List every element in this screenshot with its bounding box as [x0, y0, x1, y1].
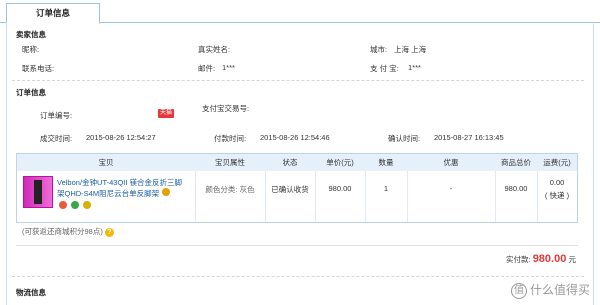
product-thumbnail[interactable]: [23, 176, 53, 208]
item-shipping: 0.00: [549, 178, 565, 187]
phone-label: 联系电话:: [22, 64, 55, 73]
col-item: 宝贝: [98, 158, 114, 167]
alipay-value: 1***: [408, 63, 421, 72]
col-shipping: 运费(元): [543, 158, 571, 167]
alipay-label: 支 付 宝:: [370, 64, 399, 73]
confirmed-label: 确认时间:: [388, 134, 421, 143]
watermark-text: 什么值得买: [529, 283, 590, 297]
payment-amount: 980.00: [532, 253, 567, 265]
divider: [407, 171, 408, 222]
city-value: 上海 上海: [394, 45, 427, 54]
points-hint-text: (可获返还商城积分98点): [22, 227, 103, 236]
tab-order-info[interactable]: 订单信息: [6, 3, 100, 24]
help-icon[interactable]: ?: [104, 227, 114, 237]
item-quantity: 1: [383, 184, 389, 193]
payment-summary: 实付款: 980.00 元: [506, 253, 576, 265]
watermark: 值什么值得买: [510, 281, 590, 299]
service-badge-icon: [162, 188, 170, 196]
item-discount: -: [449, 184, 453, 193]
col-attribute: 宝贝属性: [215, 158, 245, 167]
col-quantity: 数量: [378, 158, 394, 167]
divider: [195, 171, 196, 222]
divider: [265, 171, 266, 222]
payment-unit: 元: [568, 255, 576, 264]
points-hint: (可获返还商城积分98点) ?: [22, 226, 114, 237]
confirmed-value: 2015-08-27 16:13:45: [434, 133, 504, 142]
alipay-tx-label: 支付宝交易号:: [202, 104, 250, 113]
created-value: 2015-08-26 12:54:27: [86, 133, 156, 142]
divider: [16, 245, 578, 246]
col-unit-price: 单价(元): [326, 158, 354, 167]
return-badge-icon: [83, 201, 91, 209]
col-discount: 优惠: [443, 158, 459, 167]
item-attribute: 颜色分类: 灰色: [205, 185, 255, 194]
guarantee-badge-icon: [59, 201, 67, 209]
created-label: 成交时间:: [40, 134, 73, 143]
logistics-section-title: 物流信息: [16, 288, 46, 297]
item-table-header: 宝贝 宝贝属性 状态 单价(元) 数量 优惠 商品总价(元) 运费(元): [16, 153, 578, 184]
quality-badge-icon: [71, 201, 79, 209]
nickname-label: 昵称:: [22, 45, 40, 54]
divider: [315, 171, 316, 222]
item-subtotal: 980.00: [504, 184, 528, 193]
tmall-badge: 天猫: [158, 109, 174, 118]
divider: [12, 276, 584, 277]
paid-value: 2015-08-26 12:54:46: [260, 133, 330, 142]
product-title-link[interactable]: Velbon/金钟UT-43QII 镁合金反折三脚: [57, 177, 182, 188]
order-no-label: 订单编号:: [40, 111, 73, 120]
divider: [495, 171, 496, 222]
divider: [12, 80, 584, 81]
paid-label: 付款时间:: [214, 134, 247, 143]
email-label: 邮件:: [198, 64, 216, 73]
tripod-image: [34, 180, 42, 204]
col-status: 状态: [282, 158, 298, 167]
item-status: 已确认收货: [271, 185, 309, 194]
item-unit-price: 980.00: [328, 184, 352, 193]
realname-label: 真实姓名:: [198, 45, 231, 54]
product-title-link-line2[interactable]: 架QHD-S4M阻尼云台单反脚架: [57, 188, 159, 199]
email-value: 1***: [222, 63, 235, 72]
item-shipping-method: ( 快递 ): [544, 191, 570, 200]
payment-label: 实付款:: [506, 255, 531, 264]
tab-bar: 订单信息: [0, 0, 600, 24]
table-row: Velbon/金钟UT-43QII 镁合金反折三脚 架QHD-S4M阻尼云台单反…: [16, 171, 578, 223]
order-section-title: 订单信息: [16, 88, 46, 97]
city-label: 城市:: [370, 45, 388, 54]
watermark-logo-icon: 值: [510, 282, 527, 299]
divider: [365, 171, 366, 222]
seller-section-title: 卖家信息: [16, 30, 46, 39]
